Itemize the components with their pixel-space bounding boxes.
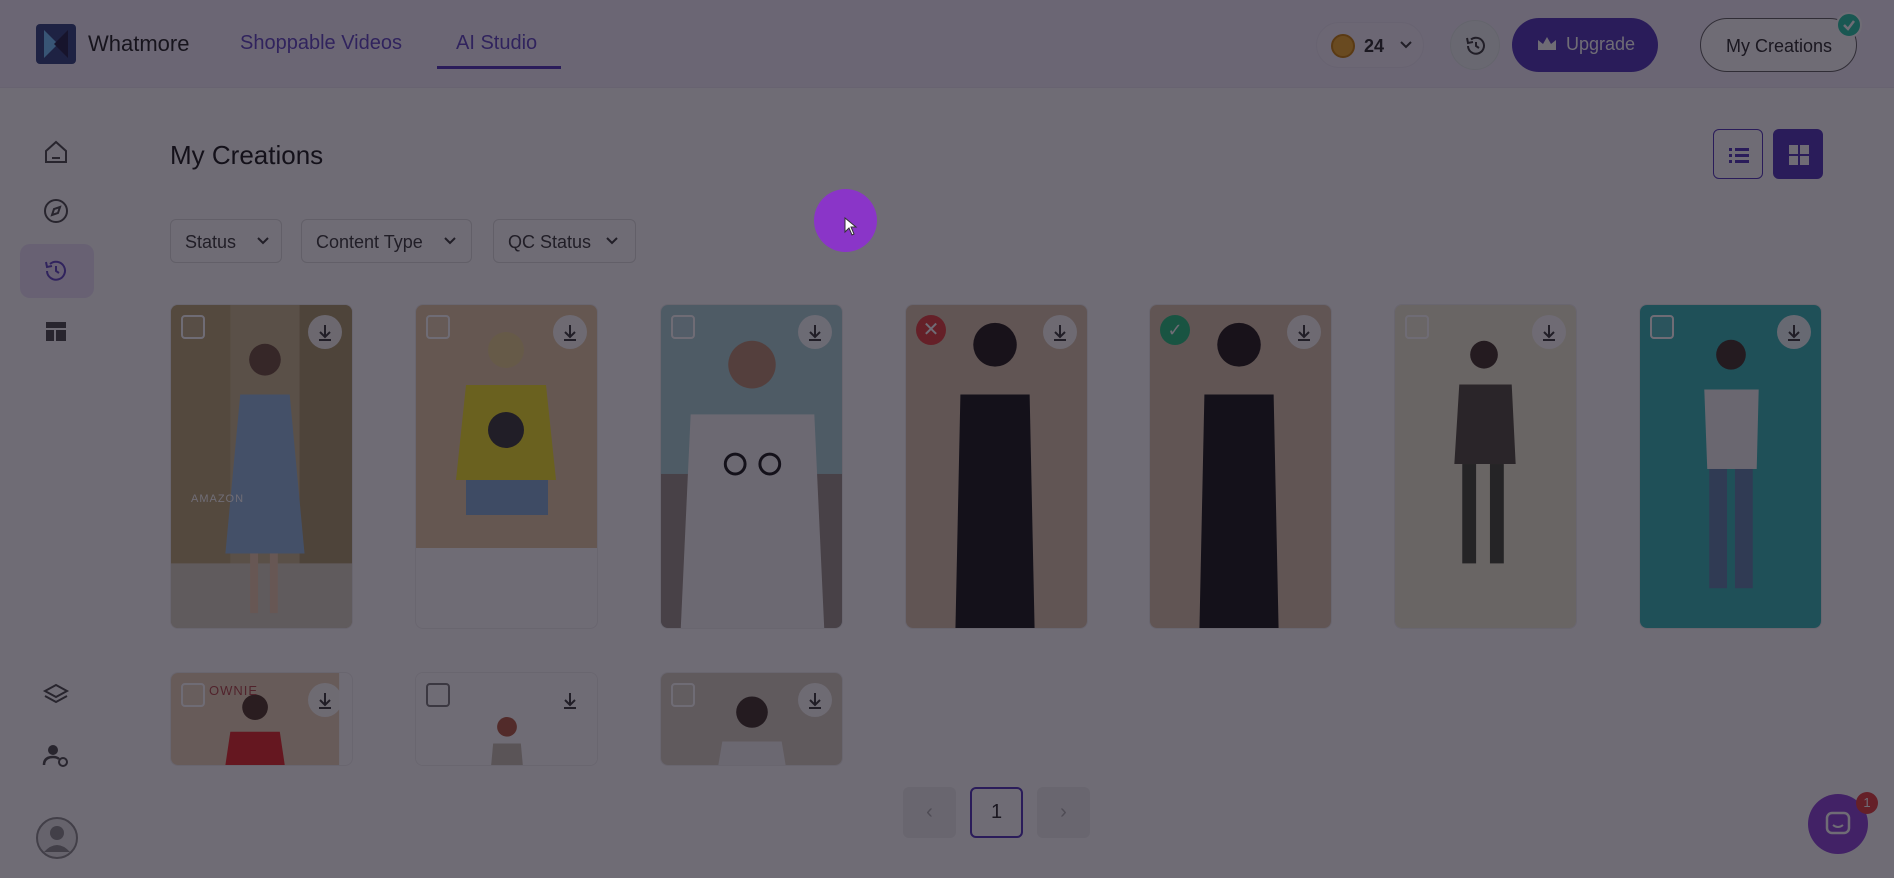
download-icon[interactable] — [308, 315, 342, 349]
download-icon[interactable] — [798, 315, 832, 349]
image-caption: AMAZON — [191, 493, 245, 505]
pagination-prev-button[interactable]: ‹ — [903, 787, 956, 838]
home-icon[interactable] — [40, 136, 72, 168]
select-checkbox[interactable] — [671, 315, 695, 339]
list-icon — [1729, 148, 1749, 163]
filter-qc-status[interactable]: QC Status — [493, 219, 636, 263]
creation-thumbnail — [661, 305, 842, 628]
chevron-down-icon — [257, 233, 269, 252]
history-button[interactable] — [1450, 20, 1500, 70]
creation-card[interactable]: OWNIE — [170, 672, 353, 766]
page-title: My Creations — [170, 140, 324, 170]
whatmore-logo[interactable] — [36, 24, 76, 64]
grid-view-button[interactable] — [1773, 129, 1823, 179]
chevron-down-icon — [1399, 33, 1413, 60]
creation-card[interactable] — [1394, 304, 1577, 629]
download-icon[interactable] — [1287, 315, 1321, 349]
approved-status-icon: ✓ — [1160, 315, 1190, 345]
pagination-page-button[interactable]: 1 — [970, 787, 1023, 838]
chat-notification-badge: 1 — [1856, 792, 1878, 814]
creation-card[interactable]: ✓ — [1149, 304, 1332, 629]
filter-qc-status-label: QC Status — [508, 232, 592, 252]
select-checkbox[interactable] — [181, 315, 205, 339]
select-checkbox[interactable] — [671, 683, 695, 707]
credits-count: 24 — [1364, 36, 1385, 56]
user-settings-icon[interactable] — [40, 739, 72, 771]
select-checkbox[interactable] — [426, 683, 450, 707]
creation-thumbnail — [1150, 305, 1331, 628]
layout-icon[interactable] — [40, 315, 72, 347]
chat-icon — [1825, 811, 1851, 835]
active-tab-indicator — [437, 66, 561, 69]
list-view-button[interactable] — [1713, 129, 1763, 179]
download-icon[interactable] — [1043, 315, 1077, 349]
tab-ai-studio[interactable]: AI Studio — [456, 32, 537, 55]
download-icon[interactable] — [1532, 315, 1566, 349]
filter-status[interactable]: Status — [170, 219, 282, 263]
filter-content-type-label: Content Type — [316, 232, 423, 252]
creation-card[interactable] — [1639, 304, 1822, 629]
download-icon[interactable] — [1777, 315, 1811, 349]
creation-card[interactable] — [415, 304, 598, 629]
download-icon[interactable] — [798, 683, 832, 717]
grid-icon — [1789, 145, 1809, 165]
history-icon[interactable] — [40, 255, 72, 287]
rejected-status-icon: ✕ — [916, 315, 946, 345]
brand-name: Whatmore — [88, 31, 190, 56]
upgrade-button[interactable]: Upgrade — [1512, 18, 1658, 72]
history-icon — [1466, 36, 1485, 55]
credits-dropdown[interactable]: 24 — [1316, 22, 1424, 68]
creation-thumbnail — [1395, 305, 1576, 628]
compass-icon[interactable] — [40, 195, 72, 227]
upgrade-label: Upgrade — [1566, 34, 1636, 54]
chevron-down-icon — [606, 233, 618, 252]
creation-card[interactable] — [415, 672, 598, 766]
creation-thumbnail — [171, 305, 352, 628]
creation-thumbnail — [1640, 305, 1821, 628]
creation-card[interactable] — [660, 304, 843, 629]
layers-icon[interactable] — [40, 678, 72, 710]
filter-status-label: Status — [185, 232, 237, 252]
download-icon[interactable] — [308, 683, 342, 717]
crown-icon — [1538, 37, 1556, 50]
creation-card[interactable] — [660, 672, 843, 766]
creation-thumbnail — [906, 305, 1087, 628]
image-caption: OWNIE — [209, 683, 259, 698]
chevron-down-icon — [444, 233, 456, 252]
creation-card[interactable]: ✕ — [905, 304, 1088, 629]
tab-shoppable-videos[interactable]: Shoppable Videos — [240, 32, 402, 55]
pagination-next-button[interactable]: › — [1037, 787, 1090, 838]
my-creations-button[interactable]: My Creations — [1700, 18, 1857, 72]
download-icon[interactable] — [553, 315, 587, 349]
my-creations-label: My Creations — [1726, 36, 1833, 56]
top-header: Whatmore Shoppable Videos AI Studio 24 U… — [0, 0, 1894, 88]
select-checkbox[interactable] — [181, 683, 205, 707]
select-checkbox[interactable] — [426, 315, 450, 339]
check-badge-icon — [1836, 12, 1862, 38]
select-checkbox[interactable] — [1650, 315, 1674, 339]
coins-icon — [1331, 34, 1355, 58]
cursor-highlight — [814, 189, 877, 252]
creation-card[interactable]: AMAZON — [170, 304, 353, 629]
download-icon[interactable] — [553, 683, 587, 717]
select-checkbox[interactable] — [1405, 315, 1429, 339]
filter-content-type[interactable]: Content Type — [301, 219, 472, 263]
mouse-pointer-icon — [844, 217, 858, 236]
avatar-icon[interactable] — [35, 816, 79, 860]
